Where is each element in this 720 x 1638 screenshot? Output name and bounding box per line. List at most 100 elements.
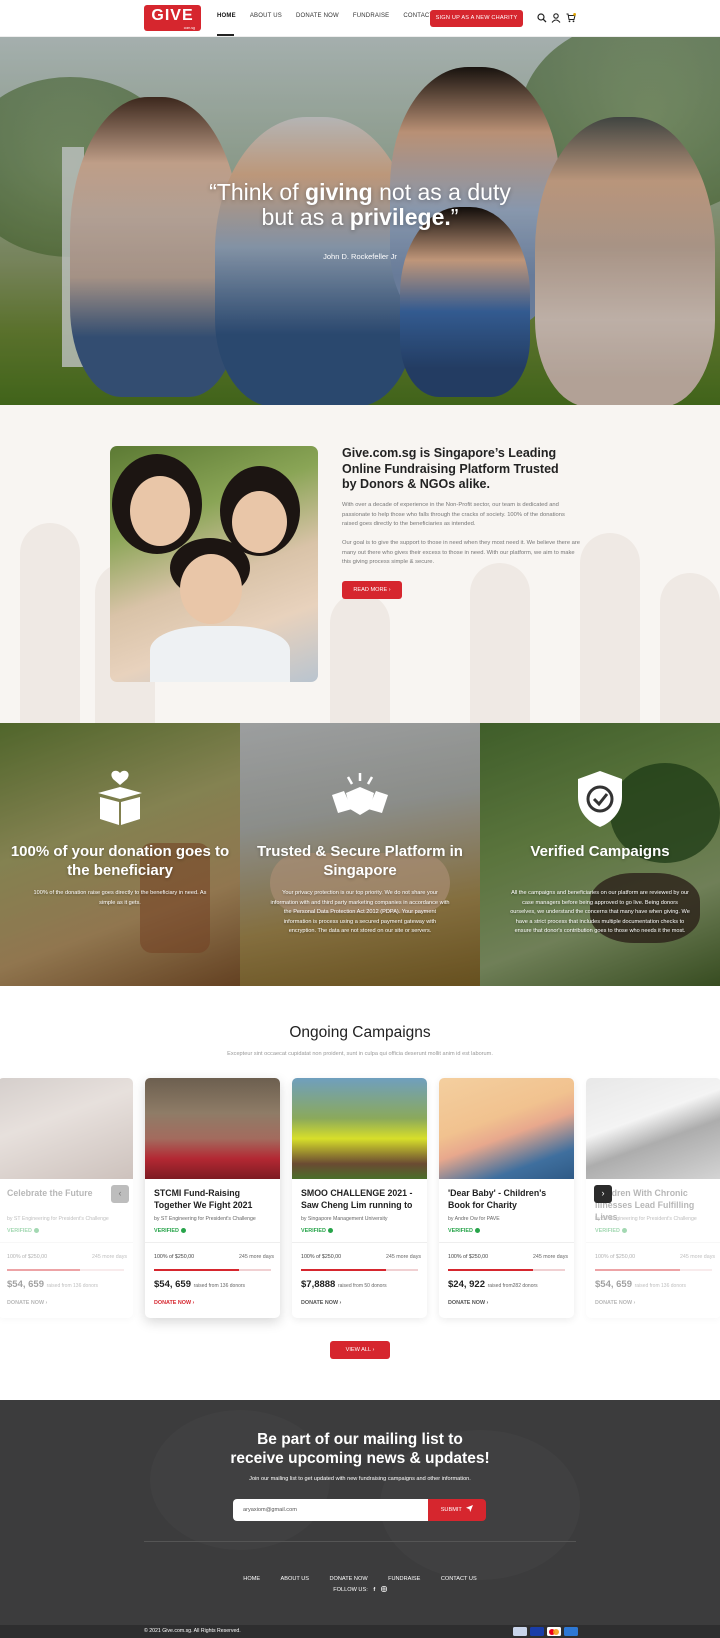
photo-face	[130, 476, 190, 546]
donate-now-link[interactable]: DONATE NOW ›	[7, 1300, 47, 1306]
campaign-raised: $54, 659 raised from 136 donors	[595, 1279, 686, 1290]
progress-fill	[154, 1269, 240, 1271]
follow-label: FOLLOW US:	[333, 1587, 368, 1593]
quote-emphasis: giving	[305, 179, 373, 205]
instagram-icon[interactable]	[380, 1586, 387, 1592]
campaign-organizer: by Singapore Management University	[301, 1216, 388, 1222]
progress-bar	[595, 1269, 712, 1271]
progress-fill	[301, 1269, 387, 1271]
footer-divider	[144, 1541, 576, 1542]
carousel-prev-button[interactable]: ‹	[111, 1185, 129, 1203]
progress-bar	[448, 1269, 565, 1271]
about-section: Give.com.sg is Singapore’s Leading Onlin…	[0, 405, 720, 723]
raised-donors: raised from 136 donors	[46, 1283, 99, 1289]
progress-fill	[595, 1269, 681, 1271]
feature-title: Trusted & Secure Platform in Singapore	[257, 843, 463, 879]
quote-emphasis: privilege.	[349, 204, 451, 230]
view-all-button[interactable]: VIEW ALL ›	[330, 1341, 390, 1359]
check-circle-icon	[474, 1228, 480, 1233]
visa-icon	[530, 1627, 544, 1636]
email-input[interactable]: aryaxiom@gmail.com	[233, 1499, 429, 1521]
signup-charity-button[interactable]: SIGN UP AS A NEW CHARITY	[430, 10, 523, 27]
check-circle-icon	[621, 1228, 627, 1233]
campaign-card[interactable]: STCMI Fund-Raising Together We Fight 202…	[145, 1078, 280, 1318]
campaign-goal: 100% of $250,00	[154, 1254, 195, 1260]
verified-label: VERIFIED	[448, 1228, 473, 1234]
read-more-button[interactable]: READ MORE ›	[342, 581, 402, 599]
footer-nav-home[interactable]: HOME	[243, 1576, 260, 1582]
campaign-goal: 100% of $250,00	[7, 1254, 48, 1260]
mastercard-icon	[547, 1627, 561, 1636]
raised-donors: raised from 136 donors	[193, 1283, 246, 1289]
nav-about-us[interactable]: ABOUT US	[250, 13, 282, 19]
campaign-goal: 100% of $250,00	[448, 1254, 489, 1260]
feature-verified: Verified Campaigns All the campaigns and…	[480, 723, 720, 986]
footer-nav-fundraise[interactable]: FUNDRAISE	[388, 1576, 420, 1582]
user-icon[interactable]	[551, 13, 561, 23]
paypal-icon	[513, 1627, 527, 1636]
cart-icon[interactable]	[566, 13, 576, 23]
main-nav: HOME ABOUT US DONATE NOW FUNDRAISE CONTA…	[217, 13, 458, 19]
paper-plane-icon	[466, 1505, 474, 1512]
quote-text: not as a duty	[372, 179, 511, 205]
campaign-raised: $24, 922 raised from282 donors	[448, 1279, 538, 1290]
verified-badge: VERIFIED	[7, 1228, 39, 1234]
progress-fill	[7, 1269, 80, 1271]
raised-donors: raised from 50 donors	[337, 1283, 387, 1289]
mailing-subtitle: Join our mailing list to get updated wit…	[249, 1476, 471, 1482]
amex-icon	[564, 1627, 578, 1636]
campaign-days-left: 245 more days	[679, 1254, 715, 1260]
donate-now-link[interactable]: DONATE NOW ›	[595, 1300, 635, 1306]
donate-now-link[interactable]: DONATE NOW ›	[301, 1300, 341, 1306]
search-icon[interactable]	[537, 13, 547, 23]
donate-now-link[interactable]: DONATE NOW ›	[448, 1300, 488, 1306]
raised-amount: $54, 659	[154, 1279, 191, 1290]
nav-home[interactable]: HOME	[217, 13, 236, 19]
campaign-organizer: by ST Engineering for President's Challe…	[7, 1216, 109, 1222]
raised-donors: raised from282 donors	[487, 1283, 538, 1289]
facebook-icon[interactable]: f	[373, 1587, 375, 1593]
check-circle-icon	[180, 1228, 186, 1233]
submit-button[interactable]: SUBMIT	[428, 1499, 486, 1521]
campaign-card[interactable]: SMOO CHALLENGE 2021 - Saw Cheng Lim runn…	[292, 1078, 427, 1318]
mailing-title-line: Be part of our mailing list to	[257, 1431, 463, 1448]
campaign-title: Celebrate the Future	[7, 1188, 93, 1198]
campaign-title: 'Dear Baby' - Children's Book for Charit…	[448, 1188, 547, 1210]
decor-hand	[580, 533, 640, 723]
verified-label: VERIFIED	[595, 1228, 620, 1234]
quote-author: John D. Rockefeller Jr	[323, 252, 397, 261]
footer-nav: HOME ABOUT US DONATE NOW FUNDRAISE CONTA…	[0, 1567, 720, 1585]
nav-donate-now[interactable]: DONATE NOW	[296, 13, 339, 19]
footer-nav-contact-us[interactable]: CONTACT US	[441, 1576, 477, 1582]
donate-label: DONATE NOW	[7, 1300, 45, 1306]
site-header: GIVE com.sg HOME ABOUT US DONATE NOW FUN…	[0, 0, 720, 37]
gift-box-heart-icon	[98, 770, 142, 825]
quote-text: but as a	[261, 204, 350, 230]
campaign-card[interactable]: 'Dear Baby' - Children's Book for Charit…	[439, 1078, 574, 1318]
feature-title: 100% of your donation goes to the benefi…	[10, 843, 230, 879]
card-divider	[145, 1242, 280, 1243]
donate-now-link[interactable]: DONATE NOW ›	[154, 1300, 194, 1306]
feature-donation: 100% of your donation goes to the benefi…	[0, 723, 240, 986]
nav-fundraise[interactable]: FUNDRAISE	[353, 13, 389, 19]
mailing-title-line: receive upcoming news & updates!	[230, 1450, 490, 1467]
footer-nav-about-us[interactable]: ABOUT US	[281, 1576, 310, 1582]
decor-hand	[20, 523, 80, 723]
campaign-image	[145, 1078, 280, 1179]
card-divider	[0, 1242, 133, 1243]
raised-amount: $54, 659	[7, 1279, 44, 1290]
carousel-next-button[interactable]: ›	[594, 1185, 612, 1203]
decor-hand	[330, 593, 390, 723]
progress-bar	[154, 1269, 271, 1271]
hero-banner: “Think of giving not as a duty but as a …	[0, 37, 720, 405]
logo[interactable]: GIVE com.sg	[144, 5, 201, 31]
footer-nav-donate-now[interactable]: DONATE NOW	[329, 1576, 367, 1582]
feature-text: 100% of the donation raise goes directly…	[33, 890, 207, 906]
logo-text: GIVE	[151, 7, 194, 24]
donate-label: DONATE NOW	[154, 1300, 192, 1306]
check-circle-icon	[33, 1228, 39, 1233]
campaign-organizer: by ST Engineering for President's Challe…	[154, 1216, 256, 1222]
photo-face	[180, 554, 242, 624]
view-all-label: VIEW ALL	[345, 1347, 371, 1353]
campaign-title: SMOO CHALLENGE 2021 - Saw Cheng Lim runn…	[301, 1188, 413, 1210]
